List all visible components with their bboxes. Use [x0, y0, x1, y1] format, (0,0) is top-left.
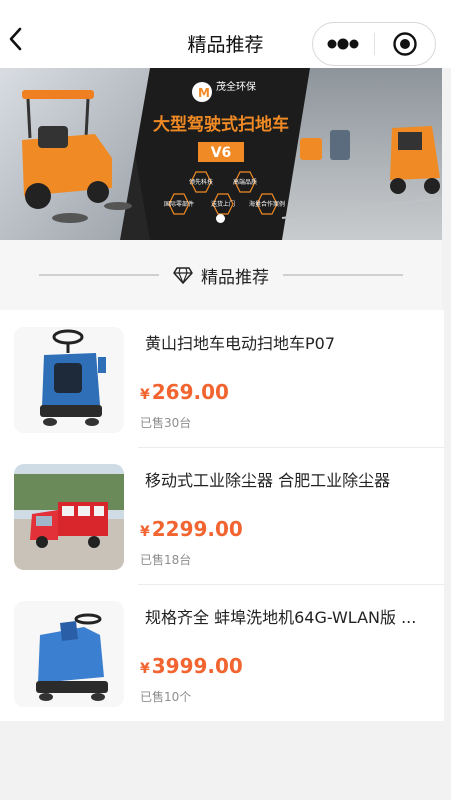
section-header: 精品推荐 [0, 240, 442, 310]
feature-2: 高端品质 [233, 178, 257, 186]
mini-program-capsule [312, 22, 436, 66]
product-price: ¥ 269.00 [140, 380, 229, 404]
svg-text:M: M [198, 86, 210, 100]
carousel-indicator-dot[interactable] [216, 214, 225, 223]
more-dots-icon [327, 38, 359, 50]
currency-symbol: ¥ [140, 387, 150, 403]
price-value: 3999.00 [151, 654, 243, 678]
product-item[interactable]: 黄山扫地车电动扫地车P07 ¥ 269.00 已售30台 [0, 310, 444, 447]
feature-1: 领先科技 [189, 178, 213, 186]
product-title: 移动式工业除尘器 合肥工业除尘器 [145, 471, 391, 490]
section-divider-right [283, 274, 403, 276]
product-image [14, 601, 124, 707]
feature-5: 海量合作案例 [249, 200, 285, 208]
sold-count: 已售30台 [140, 416, 192, 430]
feature-4: 送货上门 [211, 200, 235, 208]
promo-banner[interactable]: M 茂全环保 大型驾驶式扫地车 V6 领先科技 高端品质 国际零部件 送货上门 … [0, 68, 442, 240]
floor-scrubber-illustration [14, 327, 124, 433]
product-price: ¥ 2299.00 [140, 517, 243, 541]
product-price: ¥ 3999.00 [140, 654, 243, 678]
price-value: 2299.00 [151, 517, 243, 541]
product-item[interactable]: 规格齐全 蚌埠洗地机64G-WLAN版 ... ¥ 3999.00 已售10个 [0, 584, 444, 721]
product-image [14, 327, 124, 433]
sold-count: 已售18台 [140, 553, 192, 567]
section-title-wrap: 精品推荐 [173, 263, 269, 288]
target-circle-icon [393, 32, 417, 56]
product-title: 规格齐全 蚌埠洗地机64G-WLAN版 ... [145, 608, 417, 627]
status-bar [0, 0, 451, 10]
price-value: 269.00 [151, 380, 229, 404]
more-options-button[interactable] [313, 23, 374, 65]
banner-headline: 大型驾驶式扫地车 [153, 114, 289, 135]
banner-brand-name: 茂全环保 [216, 80, 256, 93]
navigation-bar: 精品推荐 [0, 10, 451, 68]
ride-on-scrubber-illustration [14, 601, 124, 707]
section-title: 精品推荐 [201, 267, 269, 288]
currency-symbol: ¥ [140, 661, 150, 677]
currency-symbol: ¥ [140, 524, 150, 540]
product-image [14, 464, 124, 570]
bottom-spacer [0, 721, 451, 800]
product-list: 黄山扫地车电动扫地车P07 ¥ 269.00 已售30台 移动式工业除尘器 合肥 [0, 310, 444, 721]
section-divider-left [39, 274, 159, 276]
banner-model: V6 [211, 145, 232, 161]
sold-count: 已售10个 [140, 690, 192, 704]
close-program-button[interactable] [374, 23, 435, 65]
fire-truck-illustration [14, 464, 124, 570]
product-title: 黄山扫地车电动扫地车P07 [145, 334, 336, 353]
diamond-icon [173, 267, 193, 284]
product-item[interactable]: 移动式工业除尘器 合肥工业除尘器 ¥ 2299.00 已售18台 [0, 447, 444, 584]
feature-3: 国际零部件 [164, 200, 194, 208]
